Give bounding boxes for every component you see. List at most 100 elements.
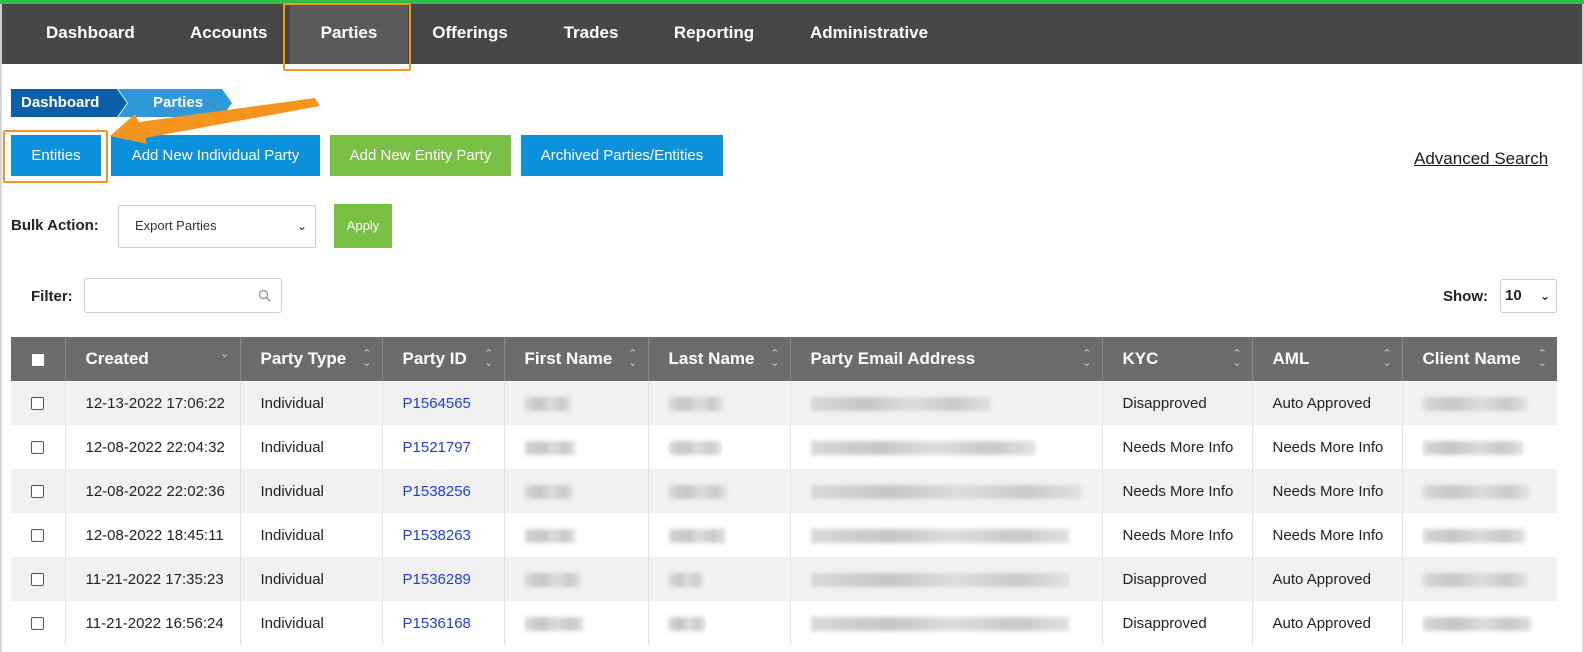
cell-party-id[interactable]: P1538263 xyxy=(382,513,505,557)
cell-email-redacted xyxy=(790,425,1103,469)
sort-icon: ⌃ ⌄ xyxy=(362,348,372,369)
column-created[interactable]: Created ⌄ xyxy=(65,337,241,381)
nav-trades[interactable]: Trades xyxy=(563,4,619,64)
cell-aml: Needs More Info xyxy=(1252,513,1403,557)
cell-created: 12-08-2022 22:02:36 xyxy=(65,469,241,513)
column-last-name[interactable]: Last Name ⌃ ⌄ xyxy=(648,337,791,381)
cell-kyc: Disapproved xyxy=(1102,601,1253,645)
cell-client-name-redacted xyxy=(1402,557,1557,601)
cell-email-redacted xyxy=(790,601,1103,645)
sort-icon: ⌃ ⌄ xyxy=(1082,348,1092,369)
row-checkbox[interactable] xyxy=(11,513,66,557)
party-id-link[interactable]: P1538263 xyxy=(403,527,471,544)
entities-button[interactable]: Entities xyxy=(11,135,101,176)
breadcrumb-parties: Parties xyxy=(118,89,232,117)
cell-aml: Needs More Info xyxy=(1252,469,1403,513)
cell-first-name-redacted xyxy=(504,601,649,645)
cell-email-redacted xyxy=(790,557,1103,601)
sort-icon: ⌃ ⌄ xyxy=(1232,348,1242,369)
cell-client-name-redacted xyxy=(1402,601,1557,645)
cell-party-id[interactable]: P1521797 xyxy=(382,425,505,469)
select-all-checkbox[interactable] xyxy=(11,337,66,381)
cell-last-name-redacted xyxy=(648,425,791,469)
cell-party-id[interactable]: P1536168 xyxy=(382,601,505,645)
row-checkbox[interactable] xyxy=(11,425,66,469)
table-row: 12-13-2022 17:06:22 Individual P1564565 … xyxy=(11,381,1557,425)
cell-client-name-redacted xyxy=(1402,425,1557,469)
table-row: 11-21-2022 16:56:24 Individual P1536168 … xyxy=(11,601,1557,645)
table-row: 11-21-2022 17:35:23 Individual P1536289 … xyxy=(11,557,1557,601)
cell-last-name-redacted xyxy=(648,469,791,513)
cell-aml: Auto Approved xyxy=(1252,557,1403,601)
party-id-link[interactable]: P1536168 xyxy=(403,615,471,632)
sort-desc-icon: ⌄ xyxy=(220,348,230,360)
nav-parties[interactable]: Parties xyxy=(290,4,408,64)
nav-reporting[interactable]: Reporting xyxy=(673,4,755,64)
cell-last-name-redacted xyxy=(648,513,791,557)
cell-kyc: Disapproved xyxy=(1102,381,1253,425)
cell-created: 11-21-2022 17:35:23 xyxy=(65,557,241,601)
sort-icon: ⌃ ⌄ xyxy=(1537,348,1547,369)
page-size-value: 10 xyxy=(1505,287,1522,304)
sort-icon: ⌃ ⌄ xyxy=(484,348,494,369)
add-individual-party-button[interactable]: Add New Individual Party xyxy=(111,135,320,176)
breadcrumb-dashboard[interactable]: Dashboard xyxy=(11,89,127,117)
row-checkbox[interactable] xyxy=(11,469,66,513)
sort-icon: ⌃ ⌄ xyxy=(628,348,638,369)
cell-last-name-redacted xyxy=(648,557,791,601)
cell-created: 12-08-2022 22:04:32 xyxy=(65,425,241,469)
cell-email-redacted xyxy=(790,513,1103,557)
bulk-action-label: Bulk Action: xyxy=(11,217,99,234)
page-size-select[interactable]: 10 ⌄ xyxy=(1500,279,1557,313)
cell-kyc: Disapproved xyxy=(1102,557,1253,601)
column-client-name[interactable]: Client Name ⌃ ⌄ xyxy=(1402,337,1557,381)
filter-label: Filter: xyxy=(31,288,73,305)
cell-party-id[interactable]: P1536289 xyxy=(382,557,505,601)
cell-created: 11-21-2022 16:56:24 xyxy=(65,601,241,645)
nav-dashboard[interactable]: Dashboard xyxy=(46,4,135,64)
cell-party-type: Individual xyxy=(240,601,383,645)
table-row: 12-08-2022 22:04:32 Individual P1521797 … xyxy=(11,425,1557,469)
column-party-id[interactable]: Party ID ⌃ ⌄ xyxy=(382,337,505,381)
cell-party-type: Individual xyxy=(240,425,383,469)
cell-email-redacted xyxy=(790,469,1103,513)
cell-first-name-redacted xyxy=(504,469,649,513)
advanced-search-link[interactable]: Advanced Search xyxy=(1414,149,1548,169)
row-checkbox[interactable] xyxy=(11,601,66,645)
party-id-link[interactable]: P1538256 xyxy=(403,483,471,500)
cell-first-name-redacted xyxy=(504,425,649,469)
cell-party-id[interactable]: P1564565 xyxy=(382,381,505,425)
cell-client-name-redacted xyxy=(1402,513,1557,557)
cell-client-name-redacted xyxy=(1402,469,1557,513)
cell-created: 12-08-2022 18:45:11 xyxy=(65,513,241,557)
sort-icon: ⌃ ⌄ xyxy=(1382,348,1392,369)
party-id-link[interactable]: P1536289 xyxy=(403,571,471,588)
cell-email-redacted xyxy=(790,381,1103,425)
nav-accounts[interactable]: Accounts xyxy=(190,4,267,64)
cell-kyc: Needs More Info xyxy=(1102,513,1253,557)
filter-input[interactable] xyxy=(84,278,282,313)
bulk-action-select[interactable]: Export Parties ⌄ xyxy=(118,205,316,248)
cell-aml: Auto Approved xyxy=(1252,601,1403,645)
row-checkbox[interactable] xyxy=(11,557,66,601)
nav-administrative[interactable]: Administrative xyxy=(810,4,928,64)
cell-party-id[interactable]: P1538256 xyxy=(382,469,505,513)
column-aml[interactable]: AML ⌃ ⌄ xyxy=(1252,337,1403,381)
bulk-action-value: Export Parties xyxy=(135,218,217,233)
party-id-link[interactable]: P1521797 xyxy=(403,439,471,456)
row-checkbox[interactable] xyxy=(11,381,66,425)
apply-button[interactable]: Apply xyxy=(334,204,392,248)
archived-parties-button[interactable]: Archived Parties/Entities xyxy=(521,135,723,176)
nav-offerings[interactable]: Offerings xyxy=(432,4,508,64)
column-first-name[interactable]: First Name ⌃ ⌄ xyxy=(504,337,649,381)
cell-party-type: Individual xyxy=(240,381,383,425)
add-entity-party-button[interactable]: Add New Entity Party xyxy=(330,135,511,176)
column-kyc[interactable]: KYC ⌃ ⌄ xyxy=(1102,337,1253,381)
search-icon xyxy=(258,289,271,302)
chevron-down-icon: ⌄ xyxy=(1539,289,1550,303)
column-email[interactable]: Party Email Address ⌃ ⌄ xyxy=(790,337,1103,381)
table-row: 12-08-2022 18:45:11 Individual P1538263 … xyxy=(11,513,1557,557)
party-id-link[interactable]: P1564565 xyxy=(403,395,471,412)
cell-aml: Needs More Info xyxy=(1252,425,1403,469)
column-party-type[interactable]: Party Type ⌃ ⌄ xyxy=(240,337,383,381)
